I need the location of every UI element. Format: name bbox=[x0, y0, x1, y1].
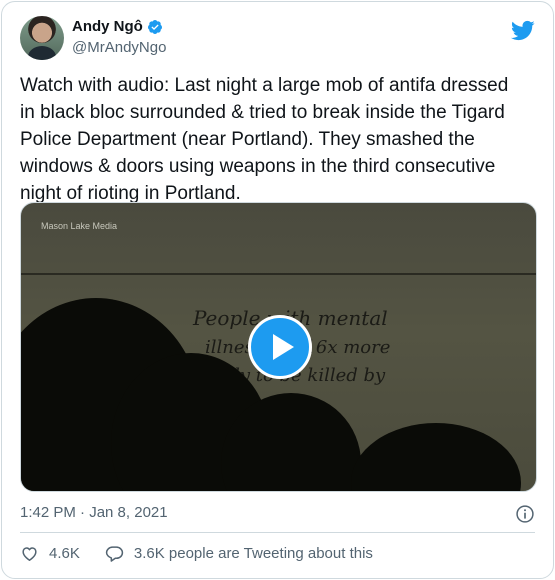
twitter-bird-icon[interactable] bbox=[510, 18, 535, 43]
tweet-timestamp[interactable]: 1:42 PM · Jan 8, 2021 bbox=[20, 504, 168, 521]
divider bbox=[20, 532, 535, 533]
verified-badge-icon bbox=[147, 19, 162, 34]
speech-bubble-icon bbox=[105, 545, 124, 562]
author-handle[interactable]: @MrAndyNgo bbox=[72, 39, 166, 56]
heart-icon bbox=[22, 546, 37, 561]
like-button[interactable]: 4.6K bbox=[20, 544, 80, 563]
foliage bbox=[351, 423, 521, 491]
tweet-meta: 1:42 PM · Jan 8, 2021 bbox=[20, 504, 535, 524]
tweet-actions: 4.6K 3.6K people are Tweeting about this bbox=[20, 542, 535, 564]
tweet-header: Andy Ngô @MrAndyNgo bbox=[20, 16, 539, 66]
wall-ledge bbox=[21, 273, 536, 275]
tweet-card[interactable]: Andy Ngô @MrAndyNgo Watch with audio: La… bbox=[1, 1, 554, 579]
info-icon[interactable] bbox=[515, 504, 535, 524]
author-display-name[interactable]: Andy Ngô bbox=[72, 18, 143, 35]
play-icon bbox=[272, 334, 294, 360]
reply-button[interactable]: 3.6K people are Tweeting about this bbox=[105, 544, 373, 563]
play-button[interactable] bbox=[248, 315, 312, 379]
reply-label: 3.6K people are Tweeting about this bbox=[133, 544, 373, 562]
author-name-row[interactable]: Andy Ngô bbox=[72, 18, 163, 35]
like-count: 4.6K bbox=[49, 544, 80, 562]
video-player[interactable]: Mason Lake Media People with mental illn… bbox=[20, 202, 537, 492]
avatar[interactable] bbox=[20, 16, 64, 60]
tweet-text: Watch with audio: Last night a large mob… bbox=[20, 75, 509, 204]
video-watermark: Mason Lake Media bbox=[41, 221, 118, 231]
